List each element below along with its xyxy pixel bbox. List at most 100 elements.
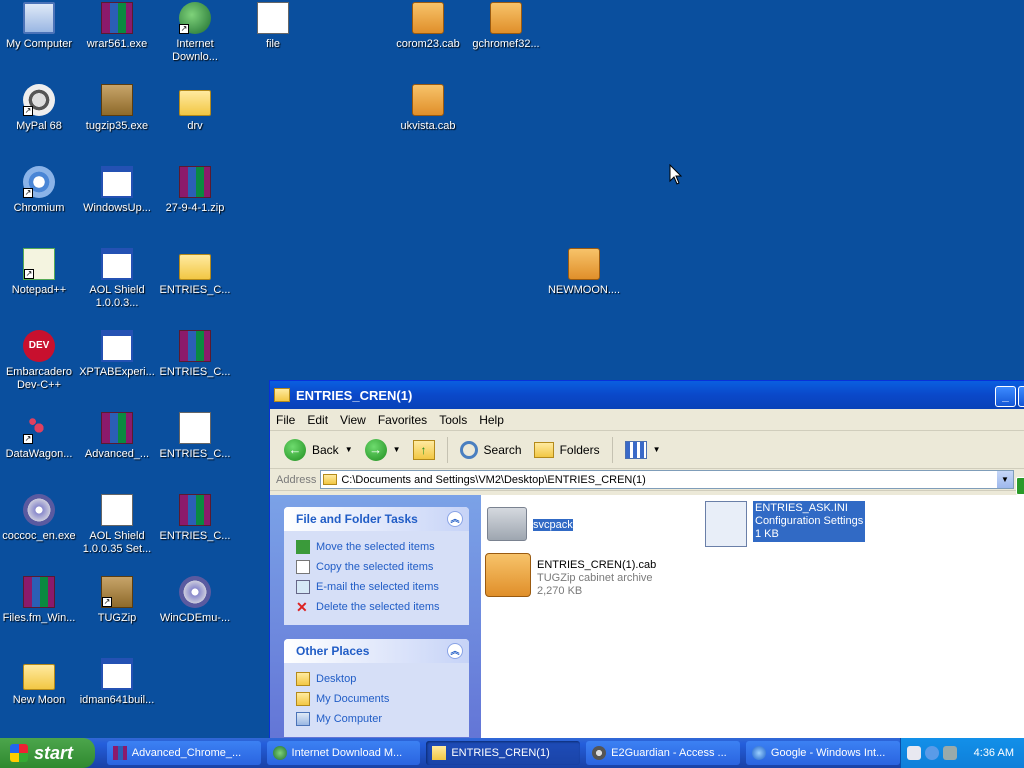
menu-edit[interactable]: Edit bbox=[301, 413, 334, 427]
desktop-icon-newmoon-cab[interactable]: NEWMOON.... bbox=[545, 248, 623, 297]
file-folder-tasks-panel: File and Folder Tasks ︽ Move the selecte… bbox=[284, 507, 469, 625]
desktop-icon-coccoc[interactable]: coccoc_en.exe bbox=[0, 494, 78, 543]
tugzip-icon: ↗ bbox=[101, 576, 133, 608]
desktop-icon-xptab[interactable]: XPTABExperi... bbox=[78, 330, 156, 379]
taskbar-item-entries-cren[interactable]: ENTRIES_CREN(1) bbox=[426, 741, 581, 765]
search-button[interactable]: Search bbox=[456, 439, 526, 461]
menu-favorites[interactable]: Favorites bbox=[372, 413, 433, 427]
panel-header[interactable]: File and Folder Tasks ︽ bbox=[284, 507, 469, 531]
desktop-folder-icon bbox=[296, 672, 310, 686]
desktop-icon-tugzip35[interactable]: tugzip35.exe bbox=[78, 84, 156, 133]
back-arrow-icon: ← bbox=[284, 438, 306, 461]
desktop-icon-my-computer[interactable]: My Computer bbox=[0, 2, 78, 51]
file-list[interactable]: svcpack ENTRIES_ASK.INI Configuration Se… bbox=[481, 495, 1024, 739]
dropdown-arrow-icon[interactable]: ▼ bbox=[393, 445, 401, 454]
back-button[interactable]: ← Back ▼ bbox=[280, 437, 357, 463]
dropdown-arrow-icon[interactable]: ▼ bbox=[345, 445, 353, 454]
task-move[interactable]: Move the selected items bbox=[296, 537, 459, 557]
desktop-icon-label: Advanced_... bbox=[84, 448, 150, 460]
file-item-entries-ask-ini[interactable]: ENTRIES_ASK.INI Configuration Settings 1… bbox=[705, 501, 866, 547]
desktop-icon-idman[interactable]: idman641buil... bbox=[78, 658, 156, 707]
menu-view[interactable]: View bbox=[334, 413, 372, 427]
place-label: My Documents bbox=[316, 693, 390, 705]
collapse-icon[interactable]: ︽ bbox=[447, 511, 463, 527]
desktop-icon-ukvista[interactable]: ukvista.cab bbox=[389, 84, 467, 133]
desktop-icon-chromium[interactable]: ↗ Chromium bbox=[0, 166, 78, 215]
email-icon bbox=[296, 580, 310, 594]
desktop-icon-label: gchromef32... bbox=[472, 38, 540, 50]
minimize-button[interactable]: _ bbox=[995, 386, 1016, 407]
menu-tools[interactable]: Tools bbox=[433, 413, 473, 427]
file-item-svcpack[interactable]: svcpack bbox=[487, 503, 573, 541]
desktop-icon-entries-ini[interactable]: ENTRIES_C... bbox=[156, 412, 234, 461]
panel-header[interactable]: Other Places ︽ bbox=[284, 639, 469, 663]
start-button[interactable]: start bbox=[0, 738, 95, 768]
desktop-icon-mypal[interactable]: ↗ MyPal 68 bbox=[0, 84, 78, 133]
winrar-icon bbox=[23, 576, 55, 608]
place-desktop[interactable]: Desktop bbox=[296, 669, 459, 689]
desktop-icon-file[interactable]: file bbox=[234, 2, 312, 51]
window-titlebar[interactable]: ENTRIES_CREN(1) _ □ bbox=[270, 381, 1024, 409]
maximize-button[interactable]: □ bbox=[1018, 386, 1024, 407]
desktop-icon-new-moon[interactable]: New Moon bbox=[0, 658, 78, 707]
desktop-icon-27-9-4-1-zip[interactable]: 27-9-4-1.zip bbox=[156, 166, 234, 215]
desktop-icon-aol-shield-setup[interactable]: AOL Shield 1.0.0.35 Set... bbox=[78, 494, 156, 556]
address-dropdown-button[interactable]: ▼ bbox=[997, 471, 1013, 488]
desktop-icon-entries-rar-1[interactable]: ENTRIES_C... bbox=[156, 330, 234, 379]
up-folder-button[interactable]: ↑ bbox=[409, 438, 439, 462]
desktop-icon-wrar561[interactable]: wrar561.exe bbox=[78, 2, 156, 51]
address-bar: Address C:\Documents and Settings\VM2\De… bbox=[270, 469, 1024, 491]
clock[interactable]: 4:36 AM bbox=[974, 747, 1014, 759]
ini-file-icon bbox=[101, 494, 133, 526]
desktop-icon-advanced[interactable]: Advanced_... bbox=[78, 412, 156, 461]
task-delete[interactable]: ✕ Delete the selected items bbox=[296, 597, 459, 617]
explorer-window[interactable]: ENTRIES_CREN(1) _ □ File Edit View Favor… bbox=[269, 380, 1024, 741]
mypal-icon: ↗ bbox=[23, 84, 55, 116]
views-button[interactable]: ▼ bbox=[621, 439, 665, 461]
desktop-icon-wincdemu[interactable]: WinCDEmu-... bbox=[156, 576, 234, 625]
go-button[interactable] bbox=[1016, 477, 1024, 495]
folders-button[interactable]: Folders bbox=[530, 440, 604, 460]
desktop-icon-tugzip[interactable]: ↗ TUGZip bbox=[78, 576, 156, 625]
keyboard-icon[interactable] bbox=[906, 746, 921, 760]
desktop-icon-gchromef32[interactable]: gchromef32... bbox=[467, 2, 545, 51]
address-input[interactable]: C:\Documents and Settings\VM2\Desktop\EN… bbox=[320, 470, 1014, 489]
desktop-icon-internet-download[interactable]: ↗ Internet Downlo... bbox=[156, 2, 234, 64]
desktop-icon-entries-rar-2[interactable]: ENTRIES_C... bbox=[156, 494, 234, 543]
desktop-icon-label: TUGZip bbox=[97, 612, 137, 624]
desktop-icon-dev-cpp[interactable]: DEV Embarcadero Dev-C++ bbox=[0, 330, 78, 392]
tugzip-setup-icon bbox=[101, 84, 133, 116]
task-copy[interactable]: Copy the selected items bbox=[296, 557, 459, 577]
collapse-icon[interactable]: ︽ bbox=[447, 643, 463, 659]
desktop-icon-datawagon[interactable]: ↗ DataWagon... bbox=[0, 412, 78, 461]
cab-icon bbox=[412, 2, 444, 34]
desktop-icon-windowsup[interactable]: WindowsUp... bbox=[78, 166, 156, 215]
taskbar-item-e2guardian[interactable]: E2Guardian - Access ... bbox=[586, 741, 740, 765]
file-item-entries-cab[interactable]: ENTRIES_CREN(1).cab TUGZip cabinet archi… bbox=[485, 553, 656, 598]
place-my-documents[interactable]: My Documents bbox=[296, 689, 459, 709]
menu-help[interactable]: Help bbox=[473, 413, 510, 427]
menu-file[interactable]: File bbox=[270, 413, 301, 427]
menu-bar: File Edit View Favorites Tools Help bbox=[270, 409, 1024, 431]
task-label: Move the selected items bbox=[316, 541, 435, 553]
desktop-icon-filesfm[interactable]: Files.fm_Win... bbox=[0, 576, 78, 625]
network-icon[interactable] bbox=[942, 746, 957, 760]
desktop-icon-aol-shield[interactable]: AOL Shield 1.0.0.3... bbox=[78, 248, 156, 310]
desktop-icon-label: Chromium bbox=[13, 202, 65, 214]
task-label: Copy the selected items bbox=[316, 561, 434, 573]
system-tray: 4:36 AM bbox=[899, 738, 1024, 768]
taskbar-item-advanced-chrome[interactable]: Advanced_Chrome_... bbox=[106, 741, 261, 765]
desktop-icon-entries-folder[interactable]: ENTRIES_C... bbox=[156, 248, 234, 297]
desktop-icon-drv[interactable]: drv bbox=[156, 84, 234, 133]
taskbar-item-google-ie[interactable]: Google - Windows Int... bbox=[745, 741, 900, 765]
file-type: TUGZip cabinet archive bbox=[537, 572, 653, 584]
forward-button[interactable]: → ▼ bbox=[361, 437, 405, 463]
desktop-icon-notepadpp[interactable]: ↗ Notepad++ bbox=[0, 248, 78, 297]
task-email[interactable]: E-mail the selected items bbox=[296, 577, 459, 597]
desktop-icon-corom23[interactable]: corom23.cab bbox=[389, 2, 467, 51]
my-computer-icon bbox=[23, 2, 55, 34]
place-my-computer[interactable]: My Computer bbox=[296, 709, 459, 729]
taskbar-item-internet-download[interactable]: Internet Download M... bbox=[266, 741, 421, 765]
show-hidden-icons-icon[interactable] bbox=[924, 746, 939, 760]
desktop-icon-label: ENTRIES_C... bbox=[159, 366, 231, 378]
